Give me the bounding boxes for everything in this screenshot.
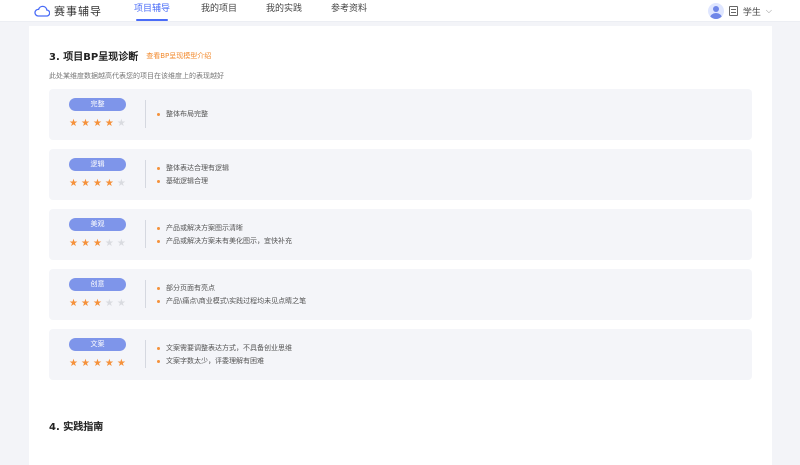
bullet-dot-icon [157,347,160,350]
feedback-item: 整体布局完整 [157,108,208,121]
feedback-text: 整体表达合理有逻辑 [166,164,229,172]
logo[interactable]: 赛事辅导 [34,3,102,19]
feedback-text: 产品或解决方案未有美化图示，宜快补充 [166,237,292,245]
feedback-list: 产品或解决方案图示清晰产品或解决方案未有美化图示，宜快补充 [157,222,292,248]
feedback-item: 文案字数太少，评委理解有困难 [157,355,292,368]
feedback-item: 产品或解决方案图示清晰 [157,222,292,235]
feedback-item: 整体表达合理有逻辑 [157,162,229,175]
dimension-card-aesthetics: 美观 ★ ★ ★ ★ ★ 产品或解决方案图示清晰 产品或解决方案未有美化图示，宜快补充 [49,209,752,260]
star-filled-icon: ★ [92,298,102,309]
feedback-text: 产品或解决方案图示清晰 [166,224,243,232]
feedback-item: 产品\痛点\商业模式\实践过程均未见点睛之笔 [157,295,306,308]
nav-item-project-coaching[interactable]: 项目辅导 [134,0,170,22]
star-filled-icon: ★ [69,178,78,189]
feedback-text: 整体布局完整 [166,110,208,118]
star-rating: ★ ★ ★ ★ ★ [69,119,126,129]
star-rating: ★ ★ ★ ★ ★ [69,239,126,249]
feedback-item: 文案需要调整表达方式，不具备创业思维 [157,342,292,355]
bp-model-link[interactable]: 查看BP呈现模型介绍 [146,51,211,61]
divider [145,220,146,248]
bullet-dot-icon [157,180,160,183]
star-filled-icon: ★ [92,118,102,129]
nav-item-references[interactable]: 参考资料 [331,0,367,22]
star-empty-icon: ★ [116,118,126,129]
star-filled-icon: ★ [80,118,90,129]
bullet-dot-icon [157,360,160,363]
bullet-dot-icon [157,240,160,243]
cloud-icon [34,5,50,17]
star-rating: ★ ★ ★ ★ ★ [69,179,126,189]
star-filled-icon: ★ [80,178,90,189]
star-filled-icon: ★ [104,178,114,189]
star-filled-icon: ★ [80,298,90,309]
feedback-item: 基础逻辑合理 [157,175,229,188]
star-filled-icon: ★ [92,238,102,249]
bullet-dot-icon [157,287,160,290]
dimension-tag: 创意 [69,278,126,291]
dimension-card-creativity: 创意 ★ ★ ★ ★ ★ 部分页面有亮点 产品\痛点\商业模式\实践过程均未见点睛之笔 [49,269,752,320]
feedback-list: 整体布局完整 [157,108,208,121]
section-title-text: 3. 项目BP呈现诊断 [49,52,139,63]
star-filled-icon: ★ [80,238,90,249]
main-panel: 3. 项目BP呈现诊断 查看BP呈现模型介绍 此处某维度数据越高代表您的项目在该… [29,26,772,465]
dimension-tag: 文案 [69,338,126,351]
dimension-tag: 完整 [69,98,126,111]
star-filled-icon: ★ [104,358,114,369]
document-icon [728,6,738,16]
user-menu[interactable]: 学生 ⌵ [707,2,772,20]
star-empty-icon: ★ [116,298,126,309]
feedback-item: 产品或解决方案未有美化图示，宜快补充 [157,235,292,248]
star-filled-icon: ★ [104,118,114,129]
star-rating: ★ ★ ★ ★ ★ [69,359,126,369]
star-filled-icon: ★ [116,358,126,369]
star-empty-icon: ★ [116,178,126,189]
bullet-dot-icon [157,300,160,303]
feedback-text: 文案需要调整表达方式，不具备创业思维 [166,344,292,352]
top-navigation-bar: 赛事辅导 项目辅导 我的项目 我的实践 参考资料 学生 ⌵ [0,0,800,22]
dimension-card-completeness: 完整 ★ ★ ★ ★ ★ 整体布局完整 [49,89,752,140]
star-filled-icon: ★ [92,178,102,189]
bullet-dot-icon [157,167,160,170]
divider [145,160,146,188]
nav-item-my-projects[interactable]: 我的项目 [201,0,237,22]
feedback-text: 文案字数太少，评委理解有困难 [166,357,264,365]
star-filled-icon: ★ [69,238,78,249]
dimension-card-copywriting: 文案 ★ ★ ★ ★ ★ 文案需要调整表达方式，不具备创业思维 文案字数太少，评委理解有困难 [49,329,752,380]
star-empty-icon: ★ [116,238,126,249]
feedback-list: 文案需要调整表达方式，不具备创业思维 文案字数太少，评委理解有困难 [157,342,292,368]
feedback-list: 整体表达合理有逻辑 基础逻辑合理 [157,162,229,188]
star-rating: ★ ★ ★ ★ ★ [69,299,126,309]
divider [145,100,146,128]
feedback-text: 产品\痛点\商业模式\实践过程均未见点睛之笔 [166,297,307,305]
bullet-dot-icon [157,113,160,116]
star-filled-icon: ★ [80,358,90,369]
dimension-tag: 美观 [69,218,126,231]
star-filled-icon: ★ [92,358,102,369]
star-filled-icon: ★ [69,298,78,309]
section-practice-guide-title: 4. 实践指南 [49,422,104,433]
feedback-text: 部分页面有亮点 [166,284,215,292]
logo-text: 赛事辅导 [54,5,102,18]
avatar[interactable] [707,3,724,19]
star-filled-icon: ★ [69,358,78,369]
chevron-down-icon[interactable]: ⌵ [766,6,772,16]
feedback-list: 部分页面有亮点产品\痛点\商业模式\实践过程均未见点睛之笔 [157,282,306,308]
feedback-item: 部分页面有亮点 [157,282,306,295]
divider [145,340,146,368]
nav-item-my-practice[interactable]: 我的实践 [266,0,302,22]
user-role: 学生 [742,7,761,18]
star-filled-icon: ★ [69,118,78,129]
feedback-text: 基础逻辑合理 [166,177,208,185]
section-bp-diagnosis-title: 3. 项目BP呈现诊断 查看BP呈现模型介绍 [49,48,211,64]
dimension-card-logic: 逻辑 ★ ★ ★ ★ ★ 整体表达合理有逻辑 基础逻辑合理 [49,149,752,200]
bullet-dot-icon [157,227,160,230]
divider [145,280,146,308]
star-empty-icon: ★ [104,238,114,249]
star-empty-icon: ★ [104,298,114,309]
section-description: 此处某维度数据越高代表您的项目在该维度上的表现越好 [49,72,224,80]
dimension-tag: 逻辑 [69,158,126,171]
